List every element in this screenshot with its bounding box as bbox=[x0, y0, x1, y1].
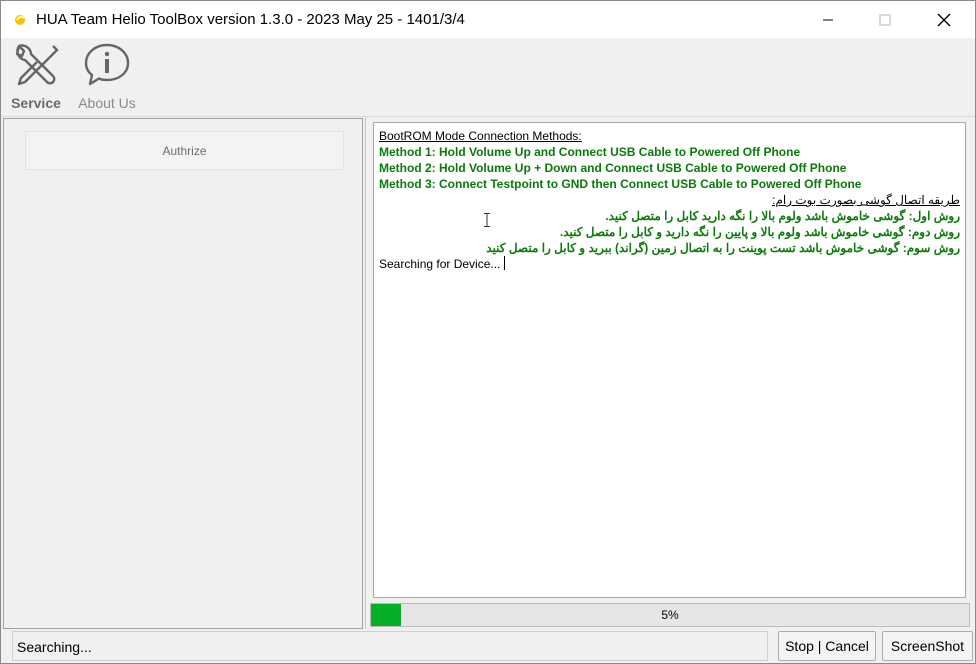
log-line-method-3: Method 3: Connect Testpoint to GND then … bbox=[379, 177, 862, 191]
progress-bar: 5% bbox=[370, 603, 970, 627]
close-icon bbox=[937, 13, 951, 26]
close-button[interactable] bbox=[921, 1, 967, 38]
minimize-button[interactable] bbox=[805, 1, 851, 38]
stop-cancel-button[interactable]: Stop | Cancel bbox=[778, 631, 876, 661]
right-panel: BootROM Mode Connection Methods: Method … bbox=[365, 118, 974, 629]
text-caret bbox=[504, 256, 506, 270]
about-us-label: About Us bbox=[78, 95, 136, 111]
log-line-fa-header: طریقه اتصال گوشی بصورت بوت رام: bbox=[772, 193, 960, 207]
log-line-searching: Searching for Device... bbox=[379, 256, 506, 272]
log-line-fa-method-2: روش دوم: گوشی خاموش باشد ولوم بالا و پای… bbox=[559, 225, 960, 239]
maximize-icon bbox=[879, 14, 891, 25]
window-title: HUA Team Helio ToolBox version 1.3.0 - 2… bbox=[36, 11, 465, 28]
authrize-button[interactable]: Authrize bbox=[25, 131, 344, 170]
maximize-button[interactable] bbox=[862, 1, 908, 38]
service-button[interactable]: Service bbox=[9, 42, 63, 111]
log-line-header: BootROM Mode Connection Methods: bbox=[379, 129, 582, 143]
minimize-icon bbox=[823, 19, 833, 20]
status-text: Searching... bbox=[12, 631, 768, 661]
log-line-method-1: Method 1: Hold Volume Up and Connect USB… bbox=[379, 145, 801, 159]
progress-label: 5% bbox=[661, 608, 679, 622]
log-line-fa-method-1: روش اول: گوشی خاموش باشد ولوم بالا را نگ… bbox=[605, 209, 960, 223]
app-window: HUA Team Helio ToolBox version 1.3.0 - 2… bbox=[0, 0, 976, 664]
title-bar: HUA Team Helio ToolBox version 1.3.0 - 2… bbox=[1, 1, 975, 38]
screenshot-button[interactable]: ScreenShot bbox=[882, 631, 973, 661]
info-bubble-icon bbox=[84, 43, 130, 86]
log-line-fa-method-3: روش سوم: گوشی خاموش باشد تست پوینت را به… bbox=[486, 241, 960, 255]
service-label: Service bbox=[11, 95, 61, 111]
toolbar: Service About Us bbox=[1, 38, 975, 117]
log-searching-text: Searching for Device... bbox=[379, 257, 501, 271]
about-us-button[interactable]: About Us bbox=[73, 42, 141, 111]
left-panel: Authrize bbox=[3, 118, 363, 629]
ibeam-cursor-icon bbox=[484, 213, 490, 227]
app-logo-icon bbox=[15, 15, 25, 25]
status-bar: Searching... Stop | Cancel ScreenShot bbox=[1, 629, 975, 663]
tools-icon bbox=[15, 44, 59, 86]
log-output[interactable]: BootROM Mode Connection Methods: Method … bbox=[373, 122, 966, 598]
log-line-method-2: Method 2: Hold Volume Up + Down and Conn… bbox=[379, 161, 847, 175]
